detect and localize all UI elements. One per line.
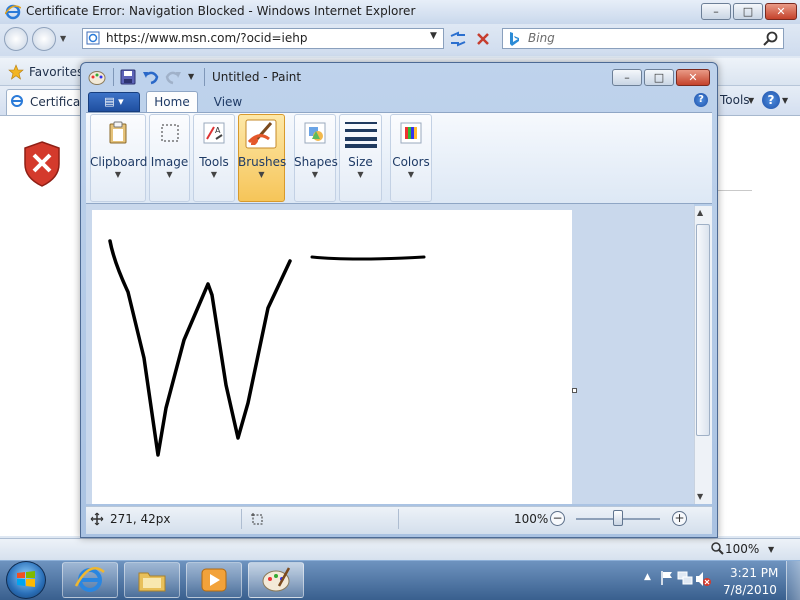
tray-flag-icon[interactable] <box>660 570 674 586</box>
paint-help-icon[interactable]: ? <box>694 93 708 107</box>
colors-label: Colors <box>392 155 430 169</box>
ie-zoom-dropdown-icon[interactable]: ▼ <box>768 545 774 554</box>
address-dropdown-icon[interactable]: ▼ <box>430 31 437 41</box>
cursor-position-value: 271, 42px <box>110 512 171 526</box>
tray-volume-muted-icon[interactable] <box>694 570 712 588</box>
horizontal-line-stroke <box>310 255 426 261</box>
svg-text:A: A <box>215 126 221 135</box>
tray-network-icon[interactable] <box>676 569 694 587</box>
paint-minimize-button[interactable]: – <box>612 69 642 86</box>
windows-logo-icon <box>16 569 36 589</box>
paint-maximize-button[interactable]: □ <box>644 69 674 86</box>
colors-icon <box>399 121 423 145</box>
zoom-out-button[interactable]: − <box>550 511 565 526</box>
zoom-icon[interactable] <box>710 541 724 555</box>
letter-w-stroke <box>108 239 292 457</box>
size-icon <box>344 120 378 148</box>
favorites-star-icon[interactable] <box>8 64 24 80</box>
cursor-position-icon <box>90 512 104 526</box>
tab-ie-icon <box>10 94 24 108</box>
tools-icon: A <box>202 121 226 145</box>
statusbar-divider-2 <box>398 509 399 529</box>
taskbar-folder-icon <box>137 567 167 593</box>
image-dropdown-icon: ▼ <box>166 170 173 179</box>
size-dropdown-icon: ▼ <box>357 170 364 179</box>
compatibility-icon[interactable] <box>446 29 470 49</box>
tab-view[interactable]: View <box>206 92 250 112</box>
help-dropdown-icon[interactable]: ▼ <box>782 96 788 105</box>
show-desktop-button[interactable] <box>786 561 800 600</box>
ie-window-title: Certificate Error: Navigation Blocked - … <box>26 4 416 18</box>
ie-minimize-button[interactable]: – <box>701 3 731 20</box>
paint-window-title: Untitled - Paint <box>212 70 302 84</box>
ie-logo-icon <box>4 4 22 20</box>
tools-dropdown-arrow-icon: ▼ <box>210 170 218 179</box>
size-label: Size <box>348 155 373 169</box>
paint-app-icon <box>88 68 106 86</box>
qat-separator <box>113 68 114 86</box>
tools-label: Tools <box>199 155 229 169</box>
scroll-up-arrow-icon[interactable]: ▲ <box>697 208 703 217</box>
zoom-slider-thumb[interactable] <box>613 510 623 526</box>
paint-close-button[interactable]: ✕ <box>676 69 710 86</box>
bing-icon <box>507 31 521 47</box>
content-divider <box>718 190 752 191</box>
drawing-strokes <box>108 239 426 457</box>
taskbar-media-player-icon <box>200 567 228 593</box>
undo-icon[interactable] <box>142 68 160 86</box>
image-label: Image <box>150 155 189 169</box>
canvas-resize-handle[interactable] <box>572 388 577 393</box>
taskbar-ie-icon <box>74 566 105 594</box>
clipboard-dropdown-icon: ▼ <box>114 170 122 179</box>
customize-qat-icon[interactable]: ▼ <box>188 72 198 82</box>
paint-file-menu-button[interactable]: ▤ ▾ <box>88 92 140 112</box>
save-icon[interactable] <box>120 69 136 85</box>
scroll-thumb[interactable] <box>696 224 710 436</box>
taskbar-paint-icon <box>261 566 291 594</box>
help-icon[interactable]: ? <box>762 91 780 109</box>
ie-close-button[interactable]: ✕ <box>765 3 797 20</box>
ie-zoom-level[interactable]: 100% <box>725 542 759 556</box>
ie-maximize-button[interactable]: □ <box>733 3 763 20</box>
scroll-down-arrow-icon[interactable]: ▼ <box>697 492 703 501</box>
shapes-dropdown-icon: ▼ <box>311 170 319 179</box>
zoom-in-button[interactable]: + <box>672 511 687 526</box>
tools-menu-button[interactable]: Tools <box>720 93 750 107</box>
tab-label[interactable]: Certificat <box>30 95 85 109</box>
stop-icon[interactable] <box>472 29 494 49</box>
selection-size-icon <box>250 512 264 526</box>
tab-home[interactable]: Home <box>146 91 198 113</box>
clipboard-label: Clipboard <box>90 155 148 169</box>
taskbar-date[interactable]: 7/8/2010 <box>722 583 778 597</box>
search-icon[interactable] <box>762 30 780 48</box>
brushes-label: Brushes <box>238 155 287 169</box>
clipboard-icon <box>107 121 129 145</box>
certificate-error-shield-icon <box>22 140 62 188</box>
ie-statusbar <box>0 538 800 560</box>
tray-show-hidden-icon[interactable]: ▲ <box>644 572 651 582</box>
paint-zoom-level: 100% <box>514 512 549 526</box>
taskbar-time[interactable]: 3:21 PM <box>730 566 778 580</box>
image-select-icon <box>159 122 181 144</box>
address-url[interactable]: https://www.msn.com/?ocid=iehp <box>106 31 307 45</box>
favorites-button[interactable]: Favorites <box>29 65 83 79</box>
qat-separator-2 <box>204 68 205 86</box>
shapes-label: Shapes <box>294 155 338 169</box>
forward-button[interactable] <box>32 27 56 51</box>
shapes-icon <box>303 121 327 145</box>
tools-dropdown-icon[interactable]: ▼ <box>748 96 754 105</box>
search-placeholder: Bing <box>528 31 555 45</box>
page-icon <box>86 31 100 45</box>
brushes-icon <box>245 119 277 149</box>
back-button[interactable] <box>4 27 28 51</box>
brushes-dropdown-icon: ▼ <box>258 170 265 179</box>
statusbar-divider-1 <box>241 509 242 529</box>
redo-icon[interactable] <box>164 68 182 86</box>
recent-pages-dropdown[interactable]: ▼ <box>60 30 72 48</box>
colors-dropdown-icon: ▼ <box>407 170 415 179</box>
